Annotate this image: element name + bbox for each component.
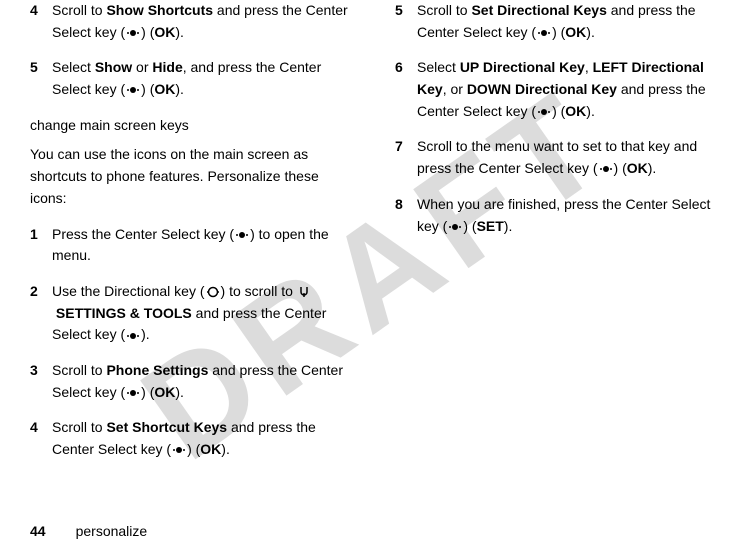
right-column: 5 Scroll to Set Directional Keys and pre… [395,0,720,500]
step-number: 4 [30,0,52,43]
t: ). [586,24,595,40]
step-number: 4 [30,417,52,460]
left-step-3b: 3 Scroll to Phone Settings and press the… [30,360,355,403]
step-text: Select UP Directional Key, LEFT Directio… [417,57,720,122]
step-text: Use the Directional key () to scroll to … [52,281,355,346]
step-text: Scroll to Set Shortcut Keys and press th… [52,417,355,460]
ok-label: OK [154,384,175,400]
step-text: Scroll to Phone Settings and press the C… [52,360,355,403]
set-label: SET [477,218,504,234]
section-heading: change main screen keys [30,115,355,137]
step-text: Scroll to Show Shortcuts and press the C… [52,0,355,43]
page-footer: 44 personalize [30,523,147,539]
right-step-8: 8 When you are finished, press the Cente… [395,194,720,237]
left-step-1b: 1 Press the Center Select key () to open… [30,224,355,267]
step-number: 8 [395,194,417,237]
t: ) ( [141,384,154,400]
t: ). [175,384,184,400]
bold: SETTINGS & TOOLS [56,305,192,321]
t: Select [52,59,95,75]
t: ) ( [552,103,565,119]
ok-label: OK [627,160,648,176]
t: or [132,59,152,75]
center-select-icon [126,27,140,39]
step-number: 2 [30,281,52,346]
bold: Phone Settings [106,362,208,378]
left-column: 4 Scroll to Show Shortcuts and press the… [30,0,355,500]
directional-key-icon [206,286,220,298]
step-number: 5 [30,57,52,100]
bold: UP Directional Key [460,59,585,75]
t: ) ( [614,160,627,176]
bold: Hide [152,59,182,75]
t: ). [504,218,513,234]
step-text: Select Show or Hide, and press the Cente… [52,57,355,100]
center-select-icon [126,387,140,399]
t: Use the Directional key ( [52,283,205,299]
left-step-5: 5 Select Show or Hide, and press the Cen… [30,57,355,100]
ok-label: OK [565,103,586,119]
center-select-icon [448,221,462,233]
t: ) ( [141,81,154,97]
t: , [585,59,593,75]
t: ) ( [463,218,476,234]
t: ). [175,81,184,97]
center-select-icon [599,163,613,175]
step-number: 3 [30,360,52,403]
ok-label: OK [200,441,221,457]
t: ) ( [187,441,200,457]
t: ). [586,103,595,119]
bold: Show [95,59,132,75]
t: Scroll to [52,419,106,435]
step-text: Scroll to the menu want to set to that k… [417,136,720,179]
ok-label: OK [565,24,586,40]
t: Select [417,59,460,75]
step-text: Press the Center Select key () to open t… [52,224,355,267]
t: ). [648,160,657,176]
t: Scroll to [52,362,106,378]
t: ) ( [141,24,154,40]
step-number: 5 [395,0,417,43]
step-number: 6 [395,57,417,122]
right-step-5: 5 Scroll to Set Directional Keys and pre… [395,0,720,43]
right-step-7: 7 Scroll to the menu want to set to that… [395,136,720,179]
left-step-2b: 2 Use the Directional key ( ) to scroll t… [30,281,355,346]
t: ). [221,441,230,457]
center-select-icon [172,444,186,456]
t: ). [175,24,184,40]
page-number: 44 [30,523,46,539]
step-text: Scroll to Set Directional Keys and press… [417,0,720,43]
left-step-4: 4 Scroll to Show Shortcuts and press the… [30,0,355,43]
page-content: 4 Scroll to Show Shortcuts and press the… [0,0,750,500]
t: Scroll to [52,2,106,18]
center-select-icon [126,84,140,96]
left-step-4b: 4 Scroll to Set Shortcut Keys and press … [30,417,355,460]
bold: Show Shortcuts [106,2,213,18]
t: Scroll to [417,2,471,18]
t: ) to scroll to [221,283,297,299]
t: Press the Center Select key ( [52,226,234,242]
t: ) ( [552,24,565,40]
center-select-icon [235,229,249,241]
center-select-icon [537,27,551,39]
t: , or [443,81,467,97]
bold: DOWN Directional Key [467,81,617,97]
section-name: personalize [76,523,148,539]
step-number: 7 [395,136,417,179]
center-select-icon [537,106,551,118]
ok-label: OK [154,24,175,40]
section-intro: You can use the icons on the main screen… [30,144,355,209]
settings-tools-icon [298,286,312,298]
step-text: When you are finished, press the Center … [417,194,720,237]
center-select-icon [126,330,140,342]
right-step-6: 6 Select UP Directional Key, LEFT Direct… [395,57,720,122]
bold: Set Shortcut Keys [106,419,227,435]
ok-label: OK [154,81,175,97]
bold: Set Directional Keys [471,2,606,18]
t: ). [141,326,150,342]
step-number: 1 [30,224,52,267]
